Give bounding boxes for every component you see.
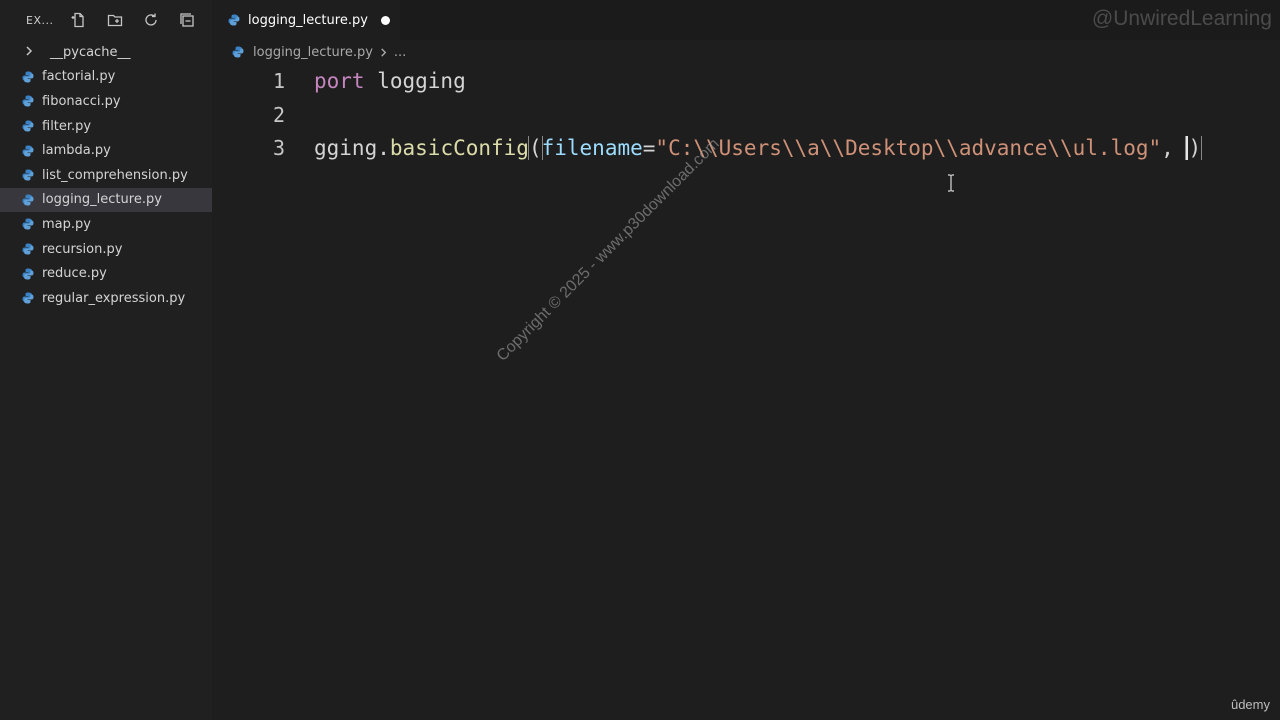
python-file-icon (22, 243, 34, 255)
python-file-icon (22, 218, 34, 230)
python-file-icon (22, 95, 34, 107)
code-comma: , (1161, 136, 1187, 160)
tab-bar: logging_lecture.py @UnwiredLearning (212, 0, 1280, 40)
folder-pycache[interactable]: __pycache__ (0, 40, 212, 65)
code-close-paren: ) (1185, 136, 1203, 160)
code-param: filename (541, 136, 643, 160)
file-label: regular_expression.py (42, 290, 186, 306)
file-item[interactable]: reduce.py (0, 261, 212, 286)
file-item[interactable]: recursion.py (0, 237, 212, 262)
file-label: filter.py (42, 118, 92, 134)
new-folder-icon[interactable] (104, 9, 126, 31)
breadcrumb: logging_lecture.py ... (232, 42, 406, 62)
brand-watermark: @UnwiredLearning (1091, 7, 1272, 30)
python-file-icon (232, 46, 244, 58)
file-item[interactable]: fibonacci.py (0, 89, 212, 114)
new-file-icon[interactable] (68, 9, 90, 31)
file-item[interactable]: list_comprehension.py (0, 163, 212, 188)
code-text[interactable]: gging.basicConfig(filename="C:\\Users\\a… (314, 136, 1280, 160)
line-number: 2 (272, 103, 285, 127)
python-file-icon (22, 145, 34, 157)
python-file-icon (22, 194, 34, 206)
code-object: gging (314, 136, 378, 160)
explorer-toolbar (68, 9, 198, 31)
file-label: factorial.py (42, 69, 116, 85)
file-label: fibonacci.py (42, 93, 121, 109)
tab-logging-lecture[interactable]: logging_lecture.py (212, 0, 400, 40)
code-open-paren: ( (527, 136, 543, 160)
line-number: 3 (272, 136, 285, 160)
code-module: logging (364, 69, 466, 93)
code-string: "C:\\Users\\a\\Desktop\\advance\\ul.log" (655, 136, 1162, 160)
file-label: recursion.py (42, 241, 123, 257)
file-item[interactable]: regular_expression.py (0, 286, 212, 311)
code-keyword: port (314, 69, 365, 93)
python-file-icon (22, 71, 34, 83)
chevron-right-icon (24, 46, 36, 58)
text-cursor-icon (947, 174, 955, 192)
file-label: lambda.py (42, 143, 111, 159)
explorer-header: EX... (0, 0, 212, 40)
refresh-icon[interactable] (140, 9, 162, 31)
code-line[interactable]: 1 port logging (212, 64, 1280, 98)
file-label: map.py (42, 216, 91, 232)
collapse-all-icon[interactable] (176, 9, 198, 31)
breadcrumb-rest[interactable]: ... (394, 45, 406, 60)
file-label: reduce.py (42, 266, 107, 282)
code-line[interactable]: 2 (212, 98, 1280, 132)
chevron-right-icon (379, 47, 388, 57)
file-item[interactable]: lambda.py (0, 138, 212, 163)
code-function: basicConfig (389, 136, 529, 160)
explorer-sidebar: EX... __pycache__ factorial.py fibonacci.… (0, 0, 212, 720)
explorer-title: EX... (26, 13, 54, 27)
python-file-icon (22, 268, 34, 280)
udemy-logo: ûdemy (1230, 697, 1270, 712)
file-item[interactable]: map.py (0, 212, 212, 237)
file-label: list_comprehension.py (42, 167, 188, 183)
file-list: factorial.py fibonacci.py filter.py lambda.… (0, 65, 212, 311)
python-file-icon (228, 14, 240, 26)
python-file-icon (22, 120, 34, 132)
line-number: 1 (272, 69, 285, 93)
python-file-icon (22, 169, 34, 181)
folder-label: __pycache__ (50, 44, 131, 60)
code-text[interactable]: port logging (314, 69, 1280, 93)
file-item[interactable]: logging_lecture.py (0, 187, 212, 213)
file-label: logging_lecture.py (42, 192, 162, 208)
file-tree: __pycache__ factorial.py fibonacci.py filt… (0, 40, 212, 311)
code-equals: = (642, 136, 656, 160)
code-dot: . (377, 136, 390, 160)
breadcrumb-file[interactable]: logging_lecture.py (253, 45, 373, 60)
python-file-icon (22, 292, 34, 304)
code-line[interactable]: 3 gging.basicConfig(filename="C:\\Users\… (212, 131, 1280, 165)
file-item[interactable]: filter.py (0, 114, 212, 139)
unsaved-dot-icon[interactable] (380, 15, 390, 25)
file-item[interactable]: factorial.py (0, 65, 212, 90)
tab-label: logging_lecture.py (248, 12, 368, 28)
code-editor[interactable]: 1 port logging 2 3 gging.basicConfig(fil… (212, 64, 1280, 704)
